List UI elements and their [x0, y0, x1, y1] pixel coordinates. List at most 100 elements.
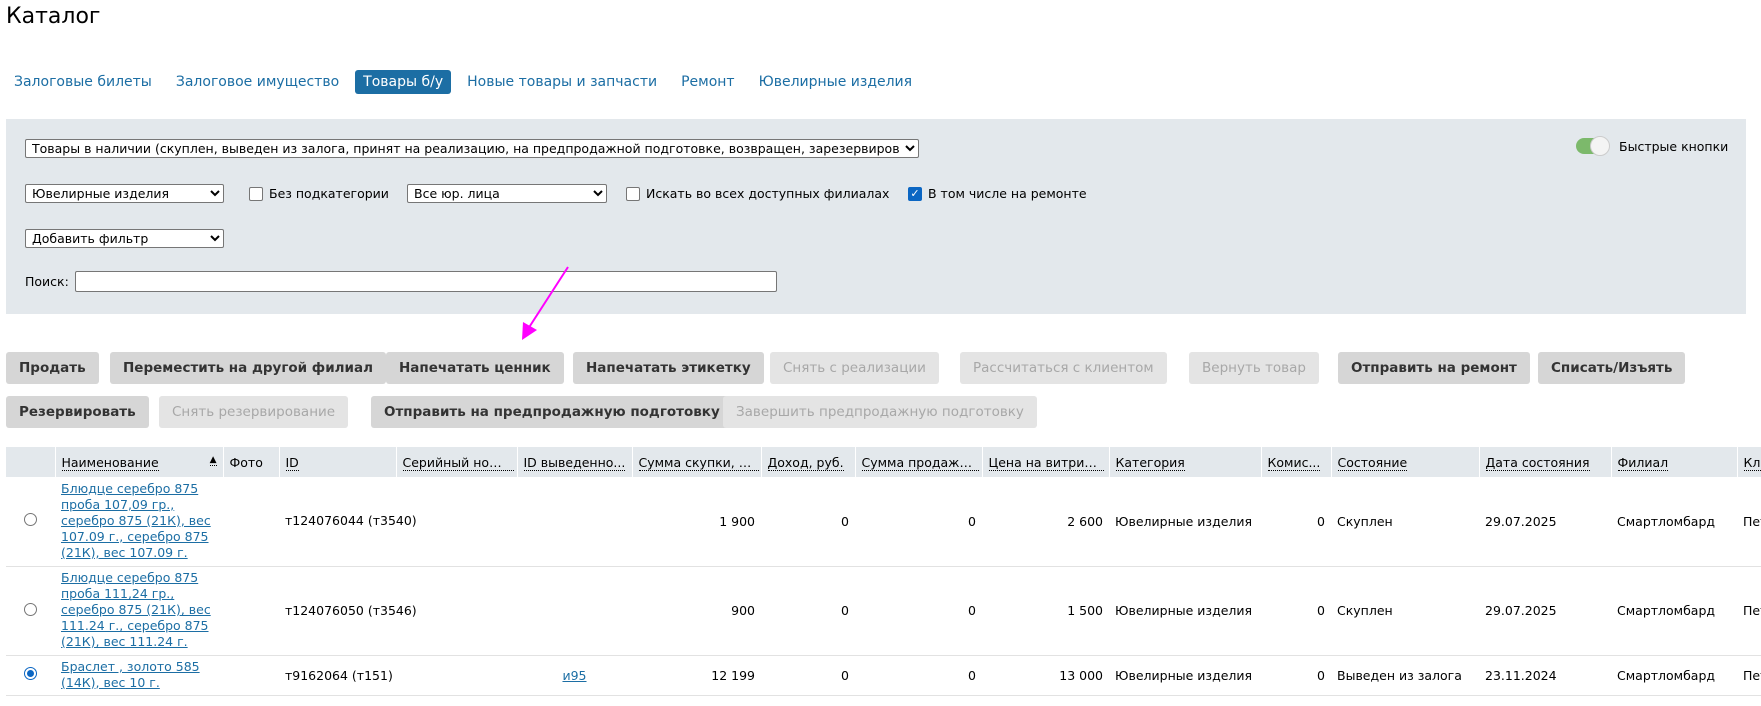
- state-date-cell: 29.07.2025: [1479, 566, 1611, 656]
- send-repair-button[interactable]: Отправить на ремонт: [1338, 352, 1530, 384]
- remove-from-sale-button[interactable]: Снять с реализации: [770, 352, 939, 384]
- column-header-pledge-id[interactable]: ID выведенно...: [517, 447, 633, 477]
- buy-sum-cell: 12 199: [632, 655, 761, 696]
- search-label: Поиск:: [25, 274, 69, 289]
- row-radio[interactable]: [24, 513, 37, 527]
- settle-client-button[interactable]: Рассчитаться с клиентом: [960, 352, 1167, 384]
- column-header-income[interactable]: Доход, руб.: [761, 447, 856, 477]
- table-row[interactable]: Блюдце серебро 875 проба 111,24 гр., сер…: [6, 566, 1761, 656]
- column-header-price[interactable]: Цена на витрин...: [982, 447, 1110, 477]
- page-title: Каталог: [6, 4, 101, 29]
- column-header-state[interactable]: Состояние: [1331, 447, 1480, 477]
- branch-cell: Смартломбард: [1611, 655, 1737, 696]
- tab-pledge-tickets[interactable]: Залоговые билеты: [6, 70, 160, 94]
- column-header-client[interactable]: Кли: [1737, 447, 1761, 477]
- id-cell: т124076044 (т3540): [279, 477, 517, 567]
- category-cell: Ювелирные изделия: [1109, 566, 1261, 656]
- tab-used-goods[interactable]: Товары б/у: [355, 70, 452, 94]
- income-cell: 0: [761, 655, 855, 696]
- tab-new-goods[interactable]: Новые товары и запчасти: [459, 70, 665, 94]
- sale-sum-cell: 0: [855, 655, 982, 696]
- column-header-buy-sum[interactable]: Сумма скупки, р...: [632, 447, 762, 477]
- income-cell: 0: [761, 477, 855, 567]
- row-radio-selected[interactable]: [24, 667, 37, 680]
- state-date-cell: 29.07.2025: [1479, 477, 1611, 567]
- column-header-commission[interactable]: Комис...: [1261, 447, 1332, 477]
- client-cell: Пет: [1737, 477, 1761, 567]
- state-date-cell: 23.11.2024: [1479, 655, 1611, 696]
- id-cell: т124076050 (т3546): [279, 566, 517, 656]
- send-presale-button[interactable]: Отправить на предпродажную подготовку: [371, 396, 733, 428]
- move-branch-button[interactable]: Переместить на другой филиал: [110, 352, 387, 384]
- buy-sum-cell: 1 900: [632, 477, 761, 567]
- tab-pledged-property[interactable]: Залоговое имущество: [168, 70, 347, 94]
- print-price-tag-button[interactable]: Напечатать ценник: [386, 352, 564, 384]
- include-repair-checkbox[interactable]: ✓ В том числе на ремонте: [908, 186, 1087, 201]
- item-name-link[interactable]: Блюдце серебро 875 проба 107,09 гр., сер…: [61, 481, 211, 560]
- branch-cell: Смартломбард: [1611, 477, 1737, 567]
- column-header-id[interactable]: ID: [279, 447, 397, 477]
- buy-sum-cell: 900: [632, 566, 761, 656]
- reserve-button[interactable]: Резервировать: [6, 396, 149, 428]
- column-header-branch[interactable]: Филиал: [1611, 447, 1738, 477]
- sell-button[interactable]: Продать: [6, 352, 99, 384]
- unreserve-button[interactable]: Снять резервирование: [159, 396, 349, 428]
- id-cell: т9162064 (т151): [279, 655, 517, 696]
- column-header-photo: Фото: [223, 447, 280, 477]
- price-cell: 2 600: [982, 477, 1109, 567]
- branch-cell: Смартломбард: [1611, 566, 1737, 656]
- row-radio[interactable]: [24, 602, 37, 616]
- goods-table: Наименование ▲ Фото ID Серийный номер ID …: [6, 447, 1761, 696]
- pledge-id-link[interactable]: и95: [562, 668, 586, 683]
- state-cell: Скуплен: [1331, 477, 1479, 567]
- price-cell: 13 000: [982, 655, 1109, 696]
- photo-cell: [223, 566, 279, 656]
- category-cell: Ювелирные изделия: [1109, 477, 1261, 567]
- checkbox-box[interactable]: [249, 186, 263, 201]
- column-header-state-date[interactable]: Дата состояния: [1479, 447, 1612, 477]
- status-select[interactable]: Товары в наличии (скуплен, выведен из за…: [25, 139, 919, 158]
- search-all-branches-checkbox[interactable]: Искать во всех доступных филиалах: [626, 186, 889, 201]
- state-cell: Скуплен: [1331, 566, 1479, 656]
- select-column-header: [6, 447, 56, 477]
- column-header-name[interactable]: Наименование ▲: [55, 447, 224, 477]
- sort-asc-icon: ▲: [209, 454, 217, 466]
- table-row[interactable]: Браслет , золото 585 (14К), вес 10 г. т9…: [6, 655, 1761, 696]
- commission-cell: 0: [1261, 566, 1331, 656]
- finish-presale-button[interactable]: Завершить предпродажную подготовку: [723, 396, 1037, 428]
- category-select[interactable]: Ювелирные изделия: [25, 184, 224, 203]
- photo-cell: [223, 477, 279, 567]
- write-off-button[interactable]: Списать/Изъять: [1538, 352, 1686, 384]
- tab-bar: Залоговые билеты Залоговое имущество Тов…: [6, 70, 928, 94]
- commission-cell: 0: [1261, 655, 1331, 696]
- state-cell: Выведен из залога: [1331, 655, 1479, 696]
- item-name-link[interactable]: Браслет , золото 585 (14К), вес 10 г.: [61, 659, 200, 690]
- column-header-sale-sum[interactable]: Сумма продажи...: [855, 447, 983, 477]
- client-cell: Пет: [1737, 655, 1761, 696]
- filter-panel: Товары в наличии (скуплен, выведен из за…: [6, 119, 1746, 314]
- price-cell: 1 500: [982, 566, 1109, 656]
- add-filter-select[interactable]: Добавить фильтр: [25, 229, 224, 248]
- no-subcategory-checkbox[interactable]: Без подкатегории: [249, 186, 389, 201]
- pledge-id-cell: [517, 566, 632, 656]
- commission-cell: 0: [1261, 477, 1331, 567]
- return-goods-button[interactable]: Вернуть товар: [1189, 352, 1319, 384]
- sale-sum-cell: 0: [855, 477, 982, 567]
- quick-buttons-label: Быстрые кнопки: [1619, 139, 1729, 154]
- tab-jewelry[interactable]: Ювелирные изделия: [751, 70, 921, 94]
- item-name-link[interactable]: Блюдце серебро 875 проба 111,24 гр., сер…: [61, 570, 211, 649]
- column-header-category[interactable]: Категория: [1109, 447, 1262, 477]
- quick-buttons-toggle[interactable]: [1576, 136, 1610, 156]
- check-icon[interactable]: ✓: [908, 186, 922, 201]
- legal-entity-select[interactable]: Все юр. лица: [407, 184, 607, 203]
- income-cell: 0: [761, 566, 855, 656]
- tab-repair[interactable]: Ремонт: [673, 70, 743, 94]
- table-row[interactable]: Блюдце серебро 875 проба 107,09 гр., сер…: [6, 477, 1761, 567]
- checkbox-box[interactable]: [626, 186, 640, 201]
- print-label-button[interactable]: Напечатать этикетку: [573, 352, 764, 384]
- search-input[interactable]: [75, 271, 777, 292]
- column-header-serial[interactable]: Серийный номер: [396, 447, 518, 477]
- table-header-row: Наименование ▲ Фото ID Серийный номер ID …: [6, 447, 1761, 477]
- photo-cell: [223, 655, 279, 696]
- client-cell: Пет: [1737, 566, 1761, 656]
